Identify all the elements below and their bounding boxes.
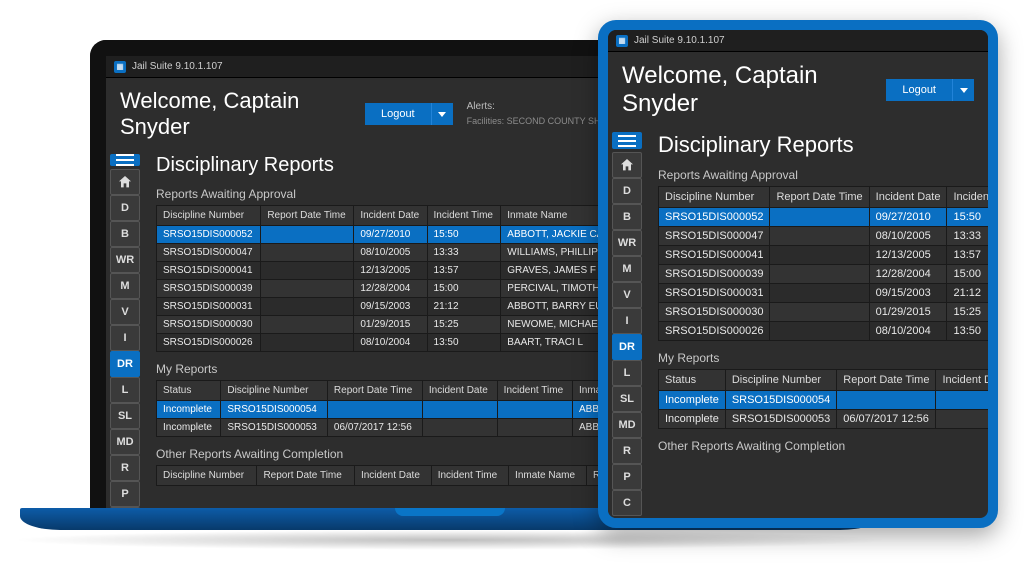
tablet-device: ▦ Jail Suite 9.10.1.107 Welcome, Captain… [598,20,998,528]
table-my-reports[interactable]: StatusDiscipline NumberReport Date TimeI… [658,369,988,429]
table-row[interactable]: SRSO15DIS00004708/10/200513:33 [659,227,989,246]
sidebar-item-sl[interactable]: SL [110,403,140,429]
sidebar-item-v[interactable]: V [110,299,140,325]
sidebar-item-b[interactable]: B [612,204,642,230]
sidebar-item-d[interactable]: D [612,178,642,204]
column-header[interactable]: Incident Date [354,206,427,226]
sidebar-item-l[interactable]: L [110,377,140,403]
sidebar-item-home[interactable] [110,169,140,195]
column-header[interactable]: Discipline Number [725,370,836,391]
column-header[interactable]: Discipline Number [157,466,257,486]
table-row[interactable]: IncompleteSRSO15DIS000054 [659,391,989,410]
table-row[interactable]: SRSO15DIS00005209/27/201015:50 [659,208,989,227]
column-header[interactable]: Incident Time [431,466,508,486]
sidebar-item-p[interactable]: P [612,464,642,490]
header: Welcome, Captain Snyder Logout [608,52,988,130]
column-header[interactable]: Report Date Time [327,381,422,401]
column-header[interactable]: Inmate Name [509,466,587,486]
home-icon [117,174,133,190]
table-row[interactable]: SRSO15DIS00003001/29/201515:25 [659,303,989,322]
column-header[interactable]: Incident Time [947,187,988,208]
sidebar-item-m[interactable]: M [110,273,140,299]
column-header[interactable]: Report Date Time [837,370,936,391]
logout-dropdown[interactable] [431,103,453,125]
column-header[interactable]: Incident Date [422,381,497,401]
sidebar-item-b[interactable]: B [110,221,140,247]
sidebar-item-sl[interactable]: SL [612,386,642,412]
chevron-down-icon [960,88,968,93]
sidebar-item-r[interactable]: R [110,455,140,481]
app-icon: ▦ [114,61,126,73]
hamburger-menu[interactable] [110,154,140,166]
column-header[interactable]: Incident Time [427,206,501,226]
sidebar-item-wr[interactable]: WR [612,230,642,256]
table-row[interactable]: SRSO15DIS00004112/13/200513:57 [659,246,989,265]
app-icon: ▦ [616,35,628,47]
sidebar-item-c[interactable]: C [612,490,642,516]
column-header[interactable]: Incident Date [869,187,947,208]
column-header[interactable]: Report Date Time [770,187,869,208]
table-row[interactable]: SRSO15DIS00003912/28/200415:00 [659,265,989,284]
table-awaiting[interactable]: Discipline NumberReport Date TimeInciden… [658,186,988,341]
laptop-shadow [10,530,890,550]
column-header[interactable]: Incident Time [497,381,572,401]
column-header[interactable]: Incident Date [936,370,988,391]
window-title: Jail Suite 9.10.1.107 [132,61,223,72]
sidebar-item-md[interactable]: MD [110,429,140,455]
column-header[interactable]: Discipline Number [659,187,770,208]
sidebar-item-v[interactable]: V [612,282,642,308]
body: DBWRMVIDRLSLMDRPC Disciplinary Reports R… [608,130,988,518]
table-row[interactable]: SRSO15DIS00002608/10/200413:50 [659,322,989,341]
page-title: Disciplinary Reports [658,132,978,158]
sidebar-item-dr[interactable]: DR [612,334,642,360]
column-header[interactable]: Status [157,381,221,401]
chevron-down-icon [438,112,446,117]
column-header[interactable]: Status [659,370,726,391]
sidebar: DBWRMVIDRLSLMDRPC [608,130,646,518]
sidebar: DBWRMVIDRLSLMDRPC [106,152,144,508]
sidebar-item-dr[interactable]: DR [110,351,140,377]
app-tablet: ▦ Jail Suite 9.10.1.107 Welcome, Captain… [608,30,988,518]
hamburger-menu[interactable] [612,132,642,149]
column-header[interactable]: Discipline Number [221,381,328,401]
section-title-other: Other Reports Awaiting Completion [658,439,978,453]
sidebar-item-home[interactable] [612,152,642,178]
logout-dropdown[interactable] [952,79,974,101]
logout-group: Logout [886,79,974,101]
section-title-awaiting: Reports Awaiting Approval [658,168,978,182]
window-title: Jail Suite 9.10.1.107 [634,35,725,46]
welcome-text: Welcome, Captain Snyder [120,88,351,140]
logout-group: Logout [365,103,453,125]
welcome-text: Welcome, Captain Snyder [622,62,872,118]
logout-button[interactable]: Logout [886,79,952,101]
logout-button[interactable]: Logout [365,103,431,125]
sidebar-item-i[interactable]: I [110,325,140,351]
sidebar-item-d[interactable]: D [110,195,140,221]
home-icon [619,157,635,173]
table-row[interactable]: SRSO15DIS00003109/15/200321:12 [659,284,989,303]
sidebar-item-p[interactable]: P [110,481,140,507]
section-title-mine: My Reports [658,351,978,365]
column-header[interactable]: Report Date Time [261,206,354,226]
sidebar-item-md[interactable]: MD [612,412,642,438]
column-header[interactable]: Report Date Time [257,466,355,486]
column-header[interactable]: Discipline Number [157,206,261,226]
sidebar-item-l[interactable]: L [612,360,642,386]
main-content: Disciplinary Reports Reports Awaiting Ap… [646,130,988,518]
sidebar-item-m[interactable]: M [612,256,642,282]
table-row[interactable]: IncompleteSRSO15DIS00005306/07/2017 12:5… [659,410,989,429]
window-titlebar: ▦ Jail Suite 9.10.1.107 [608,30,988,52]
sidebar-item-wr[interactable]: WR [110,247,140,273]
column-header[interactable]: Incident Date [354,466,431,486]
sidebar-item-i[interactable]: I [612,308,642,334]
sidebar-item-r[interactable]: R [612,438,642,464]
